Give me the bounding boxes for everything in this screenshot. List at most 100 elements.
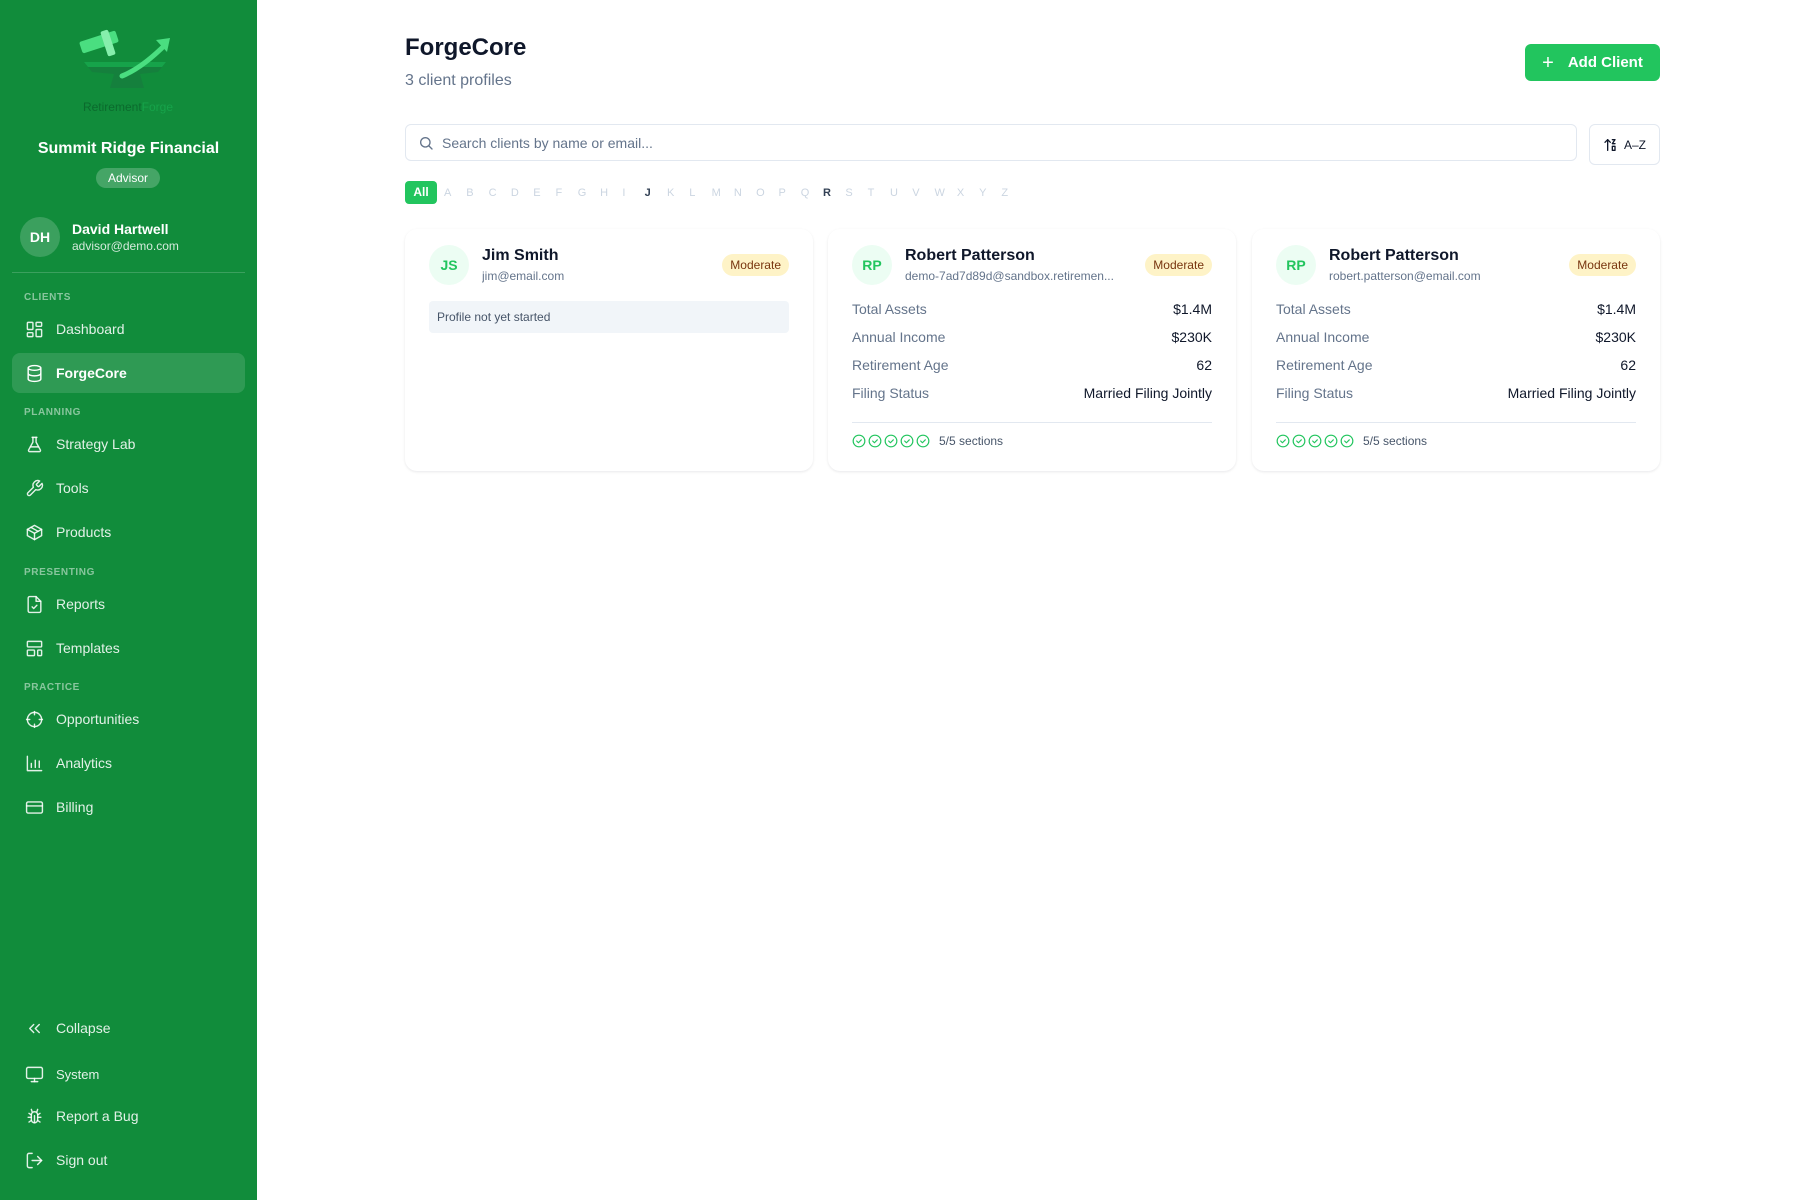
section-label-presenting: PRESENTING <box>24 567 96 578</box>
alphabet-filter-letter[interactable]: W <box>935 187 957 199</box>
sidebar-item-label: Strategy Lab <box>56 436 136 452</box>
stat-value: Married Filing Jointly <box>1083 385 1212 401</box>
client-email: robert.patterson@email.com <box>1329 269 1481 283</box>
user-name: David Hartwell <box>72 221 169 237</box>
sidebar-item-analytics[interactable]: Analytics <box>12 743 245 783</box>
stat-row-annual-income: Annual Income $230K <box>852 329 1212 349</box>
section-label-planning: PLANNING <box>24 407 82 418</box>
check-circle-icon <box>1292 434 1306 448</box>
check-circle-icon <box>1324 434 1338 448</box>
section-label-practice: PRACTICE <box>24 682 80 693</box>
report-bug-label: Report a Bug <box>56 1108 139 1124</box>
alphabet-filter-letter[interactable]: P <box>778 187 800 199</box>
stat-label: Filing Status <box>1276 385 1354 401</box>
logo-wordmark-part2: Forge <box>141 100 174 114</box>
alphabet-filter-letter[interactable]: Z <box>1001 187 1023 199</box>
profile-empty-notice: Profile not yet started <box>429 301 789 333</box>
sidebar-item-strategy-lab[interactable]: Strategy Lab <box>12 424 245 464</box>
check-circle-icon <box>1340 434 1354 448</box>
crosshair-icon <box>24 709 44 729</box>
sign-out-label: Sign out <box>56 1152 108 1168</box>
stat-value: Married Filing Jointly <box>1507 385 1636 401</box>
client-card[interactable]: JS Jim Smith jim@email.com Moderate Prof… <box>405 229 813 471</box>
package-icon <box>24 522 44 542</box>
client-email: demo-7ad7d89d@sandbox.retiremen... <box>905 269 1114 283</box>
stat-value: $1.4M <box>1597 301 1636 317</box>
risk-badge: Moderate <box>1569 254 1636 276</box>
client-avatar: RP <box>1276 245 1316 285</box>
alphabet-filter-letter[interactable]: F <box>555 187 577 199</box>
check-circle-icon <box>852 434 866 448</box>
search-input[interactable] <box>442 125 1562 160</box>
stat-label: Total Assets <box>852 301 927 317</box>
alphabet-filter-letter[interactable]: M <box>712 187 734 199</box>
sidebar-item-products[interactable]: Products <box>12 512 245 552</box>
sidebar-item-label: Opportunities <box>56 711 140 727</box>
collapse-button[interactable]: Collapse <box>12 1008 245 1048</box>
sidebar-item-label: Products <box>56 524 112 540</box>
log-out-icon <box>24 1150 44 1170</box>
alphabet-filter-letter[interactable]: T <box>868 187 890 199</box>
section-progress-text: 5/5 sections <box>1363 434 1428 448</box>
alphabet-filter-letter[interactable]: C <box>489 187 511 199</box>
org-name: Summit Ridge Financial <box>37 140 220 157</box>
user-profile[interactable]: DH David Hartwell advisor@demo.com <box>20 217 240 257</box>
alphabet-filter-letter[interactable]: B <box>466 187 488 199</box>
alphabet-filter-letter[interactable]: Q <box>801 187 823 199</box>
alphabet-filter-letter[interactable]: A <box>444 187 466 199</box>
sign-out-button[interactable]: Sign out <box>12 1140 245 1180</box>
database-icon <box>24 363 44 383</box>
check-circle-icon <box>884 434 898 448</box>
sidebar-item-opportunities[interactable]: Opportunities <box>12 699 245 739</box>
client-card[interactable]: RP Robert Patterson robert.patterson@ema… <box>1252 229 1660 471</box>
risk-badge: Moderate <box>1145 254 1212 276</box>
alphabet-filter-letter[interactable]: N <box>734 187 756 199</box>
sidebar-divider <box>12 272 245 273</box>
client-card[interactable]: RP Robert Patterson demo-7ad7d89d@sandbo… <box>828 229 1236 471</box>
stat-row-filing-status: Filing Status Married Filing Jointly <box>1276 385 1636 405</box>
logo-wordmark-part1: Retirement <box>82 100 142 114</box>
stat-label: Retirement Age <box>1276 357 1373 373</box>
sidebar-item-label: ForgeCore <box>56 365 127 381</box>
sort-button[interactable]: A–Z <box>1589 124 1660 165</box>
alphabet-filter-letter[interactable]: H <box>600 187 622 199</box>
alphabet-filter-letter[interactable]: D <box>511 187 533 199</box>
role-badge: Advisor <box>96 168 160 188</box>
alphabet-filter-letter[interactable]: I <box>622 187 644 199</box>
alphabet-filter-letter[interactable]: V <box>912 187 934 199</box>
alphabet-filter-letter[interactable]: K <box>667 187 689 199</box>
report-bug-button[interactable]: Report a Bug <box>12 1096 245 1136</box>
sort-arrows-icon <box>1604 138 1616 151</box>
check-circle-icon <box>916 434 930 448</box>
stat-label: Annual Income <box>852 329 946 345</box>
app-logo[interactable]: RetirementForge <box>70 24 186 116</box>
alphabet-filter-letter[interactable]: S <box>845 187 867 199</box>
client-name: Robert Patterson <box>905 247 1035 264</box>
sidebar-item-forgecore[interactable]: ForgeCore <box>12 353 245 393</box>
alphabet-filter-letter[interactable]: J <box>645 187 667 199</box>
monitor-icon <box>24 1064 44 1084</box>
alphabet-filter-all[interactable]: All <box>405 181 437 204</box>
alphabet-filter-letter[interactable]: E <box>533 187 555 199</box>
anvil-logo-icon <box>79 29 170 88</box>
alphabet-filter-letter[interactable]: L <box>689 187 711 199</box>
sidebar-item-billing[interactable]: Billing <box>12 787 245 827</box>
theme-system-button[interactable]: System <box>12 1054 245 1094</box>
add-client-button[interactable]: + Add Client <box>1525 44 1660 81</box>
search-icon <box>420 137 433 150</box>
sidebar-item-reports[interactable]: Reports <box>12 584 245 624</box>
alphabet-filter-letter[interactable]: O <box>756 187 778 199</box>
alphabet-filter-letter[interactable]: G <box>578 187 600 199</box>
stat-row-filing-status: Filing Status Married Filing Jointly <box>852 385 1212 405</box>
check-circle-icon <box>868 434 882 448</box>
alphabet-filter-letter[interactable]: R <box>823 187 845 199</box>
sidebar-item-templates[interactable]: Templates <box>12 628 245 668</box>
alphabet-filter-letter[interactable]: U <box>890 187 912 199</box>
sidebar-item-tools[interactable]: Tools <box>12 468 245 508</box>
alphabet-filter-letter[interactable]: X <box>957 187 979 199</box>
stat-label: Filing Status <box>852 385 930 401</box>
alphabet-filter-letter[interactable]: Y <box>979 187 1001 199</box>
sidebar-item-dashboard[interactable]: Dashboard <box>12 309 245 349</box>
sidebar-item-label: Billing <box>56 799 94 815</box>
stat-label: Total Assets <box>1276 301 1351 317</box>
